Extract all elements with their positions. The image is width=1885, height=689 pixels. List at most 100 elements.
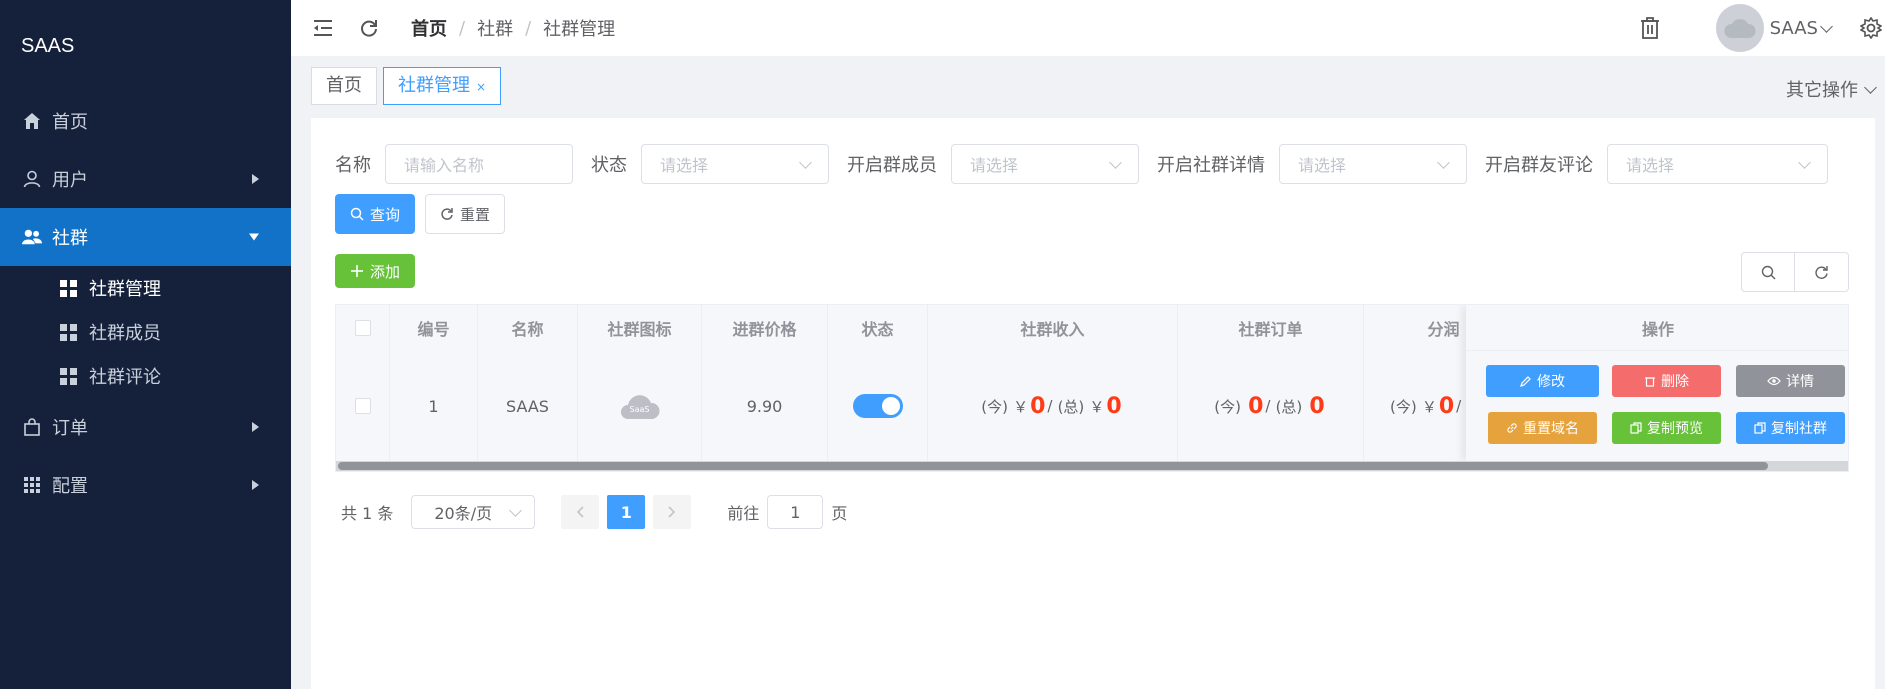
breadcrumb-separator: / bbox=[459, 17, 466, 39]
edit-button[interactable]: 修改 bbox=[1486, 365, 1599, 397]
status-select[interactable]: 请选择 bbox=[641, 144, 829, 184]
row-checkbox[interactable] bbox=[354, 398, 371, 414]
copy-preview-button[interactable]: 复制预览 bbox=[1612, 412, 1721, 444]
sidebar-item-config[interactable]: 配置 bbox=[0, 456, 291, 514]
filter-member-label: 开启群成员 bbox=[847, 155, 937, 176]
breadcrumb-current: 社群管理 bbox=[543, 19, 616, 40]
scrollbar-thumb[interactable] bbox=[338, 462, 1768, 470]
page-suffix: 页 bbox=[831, 504, 848, 523]
grid-icon bbox=[60, 367, 77, 385]
link-icon bbox=[1507, 423, 1517, 433]
column-header: 社群收入 bbox=[928, 305, 1178, 351]
orders-total-value: 0 bbox=[1309, 393, 1325, 419]
column-header: 社群图标 bbox=[578, 305, 702, 351]
search-icon bbox=[1761, 265, 1775, 279]
page-size-value: 20条/页 bbox=[434, 504, 493, 523]
chevron-down-icon bbox=[1864, 80, 1877, 94]
goto-label: 前往 bbox=[727, 504, 760, 523]
select-placeholder: 请选择 bbox=[970, 156, 1019, 175]
sidebar-subitem-group-members[interactable]: 社群成员 bbox=[0, 310, 291, 354]
separator: / bbox=[1456, 397, 1462, 415]
grid-icon bbox=[60, 279, 77, 297]
cell-status bbox=[828, 351, 928, 461]
detail-button[interactable]: 详情 bbox=[1736, 365, 1845, 397]
sidebar-item-groups[interactable]: 社群 bbox=[0, 208, 291, 266]
filter-actions: 查询 重置 bbox=[335, 194, 506, 234]
top-header: 首页 / 社群 / 社群管理 SAAS bbox=[291, 0, 1885, 56]
column-header: 进群价格 bbox=[702, 305, 828, 351]
orders-today-label: (今) bbox=[1214, 397, 1242, 416]
page-number-button[interactable]: 1 bbox=[607, 495, 646, 529]
toggle-search-button[interactable] bbox=[1741, 252, 1795, 292]
chevron-right-icon bbox=[668, 506, 676, 518]
select-placeholder: 请选择 bbox=[660, 156, 709, 175]
sidebar: SAAS 首页 用户 社群 社群管理 社群成员 社群评论 订单 配置 bbox=[0, 0, 291, 689]
sidebar-subitem-group-comments[interactable]: 社群评论 bbox=[0, 354, 291, 398]
edit-icon bbox=[1520, 376, 1531, 387]
filter-comment-label: 开启群友评论 bbox=[1485, 155, 1593, 176]
sidebar-item-home[interactable]: 首页 bbox=[0, 92, 291, 150]
tag-home[interactable]: 首页 bbox=[311, 67, 377, 105]
delete-button[interactable]: 删除 bbox=[1612, 365, 1721, 397]
caret-right-icon bbox=[252, 422, 259, 432]
status-switch[interactable] bbox=[852, 394, 903, 418]
chevron-down-icon bbox=[1109, 155, 1122, 169]
copy-icon bbox=[1754, 422, 1766, 434]
refresh-table-button[interactable] bbox=[1795, 252, 1849, 292]
currency-symbol: ￥ bbox=[1013, 397, 1029, 416]
cell-id: 1 bbox=[390, 351, 478, 461]
comment-select[interactable]: 请选择 bbox=[1607, 144, 1828, 184]
name-input[interactable]: 请输入名称 bbox=[385, 144, 573, 184]
currency-symbol: ￥ bbox=[1421, 397, 1437, 416]
income-total-label: (总) bbox=[1057, 397, 1085, 416]
tag-group-manage[interactable]: 社群管理 × bbox=[383, 67, 502, 105]
prev-page-button[interactable] bbox=[561, 495, 600, 529]
query-label: 查询 bbox=[370, 205, 401, 224]
column-header: 状态 bbox=[828, 305, 928, 351]
reset-domain-button[interactable]: 重置域名 bbox=[1488, 412, 1597, 444]
add-button[interactable]: 添加 bbox=[335, 254, 416, 288]
detail-select[interactable]: 请选择 bbox=[1279, 144, 1467, 184]
group-logo-text: SaaS bbox=[629, 405, 650, 414]
page-size-select[interactable]: 20条/页 bbox=[411, 495, 536, 529]
tags-more-dropdown[interactable]: 其它操作 bbox=[1786, 76, 1877, 102]
trash-icon[interactable] bbox=[1638, 16, 1662, 40]
close-icon[interactable]: × bbox=[476, 80, 486, 94]
select-placeholder: 请选择 bbox=[1626, 156, 1675, 175]
cell-orders: (今) 0/ (总) 0 bbox=[1178, 351, 1364, 461]
chevron-down-icon bbox=[1798, 155, 1811, 169]
sidebar-item-label: 用户 bbox=[52, 170, 88, 191]
select-all-checkbox[interactable] bbox=[354, 320, 371, 336]
user-name[interactable]: SAAS bbox=[1770, 18, 1818, 39]
copy-group-label: 复制社群 bbox=[1771, 421, 1827, 437]
goto-page-input[interactable]: 1 bbox=[767, 495, 824, 529]
filter-status-label: 状态 bbox=[591, 155, 627, 176]
refresh-icon[interactable] bbox=[357, 16, 381, 40]
query-button[interactable]: 查询 bbox=[335, 194, 416, 234]
gear-icon[interactable] bbox=[1859, 16, 1883, 40]
member-select[interactable]: 请选择 bbox=[951, 144, 1139, 184]
avatar[interactable] bbox=[1715, 4, 1764, 52]
copy-group-button[interactable]: 复制社群 bbox=[1736, 412, 1845, 444]
breadcrumb-home[interactable]: 首页 bbox=[411, 15, 447, 41]
grid-icon bbox=[22, 475, 42, 495]
reset-button[interactable]: 重置 bbox=[425, 194, 506, 234]
main-panel: 名称 请输入名称 状态 请选择 开启群成员 请选择 开启社群详情 请选择 开启群… bbox=[311, 118, 1875, 689]
chevron-down-icon bbox=[1437, 155, 1450, 169]
user-icon bbox=[22, 169, 42, 189]
sidebar-item-users[interactable]: 用户 bbox=[0, 150, 291, 208]
sidebar-subitem-group-manage[interactable]: 社群管理 bbox=[0, 266, 291, 310]
sidebar-item-orders[interactable]: 订单 bbox=[0, 398, 291, 456]
cell-price: 9.90 bbox=[702, 351, 828, 461]
horizontal-scrollbar[interactable] bbox=[336, 461, 1848, 471]
menu-fold-icon[interactable] bbox=[311, 16, 335, 40]
add-label: 添加 bbox=[370, 262, 401, 281]
edit-label: 修改 bbox=[1537, 374, 1565, 390]
trash-icon bbox=[1645, 377, 1655, 387]
name-input-placeholder: 请输入名称 bbox=[404, 156, 485, 175]
chevron-down-icon bbox=[799, 155, 812, 169]
refresh-icon bbox=[1815, 265, 1828, 279]
cell-income: (今) ￥ 0/ (总) ￥ 0 bbox=[928, 351, 1178, 461]
next-page-button[interactable] bbox=[653, 495, 692, 529]
caret-right-icon bbox=[252, 480, 259, 490]
